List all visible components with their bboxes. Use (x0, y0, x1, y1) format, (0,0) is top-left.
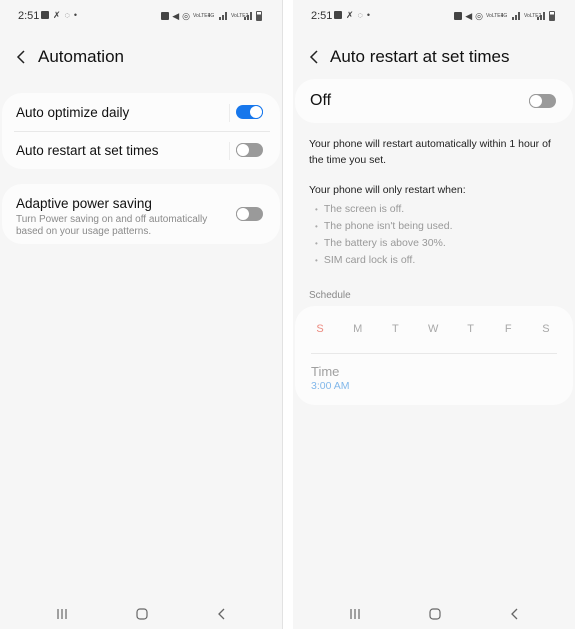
condition-item: The phone isn't being used. (315, 218, 453, 235)
separator (229, 142, 230, 160)
signal-icon (219, 12, 228, 20)
signal-icon (512, 12, 521, 20)
battery-icon (256, 11, 262, 21)
4g-icon: 4G (207, 12, 215, 19)
recents-icon[interactable] (55, 608, 69, 620)
master-switch-label: Off (310, 92, 332, 109)
app-bar: Auto restart at set times (293, 44, 575, 70)
back-icon[interactable] (508, 608, 522, 620)
day-wednesday[interactable]: W (428, 323, 438, 335)
signal-icon (537, 12, 546, 20)
master-switch-toggle[interactable] (529, 94, 556, 108)
adaptive-power-saving-label: Adaptive power saving (16, 196, 152, 211)
back-button[interactable] (14, 50, 28, 64)
day-sunday[interactable]: S (315, 323, 325, 335)
alarm-icon (161, 12, 170, 20)
time-label: Time (311, 364, 340, 379)
hotspot-icon: ◎ (182, 11, 190, 21)
chevron-left-icon (309, 50, 318, 64)
battery-icon (549, 11, 555, 21)
condition-item: The battery is above 30%. (315, 235, 453, 252)
alarm-icon (454, 12, 463, 20)
back-icon[interactable] (215, 608, 229, 620)
auto-optimize-daily-row[interactable]: Auto optimize daily (2, 93, 280, 131)
schedule-header: Schedule (309, 290, 351, 301)
navigation-bar (293, 599, 575, 629)
whatsapp-icon: ◌ (357, 10, 363, 20)
hotspot-icon: ◎ (475, 11, 483, 21)
day-tuesday[interactable]: T (390, 323, 400, 335)
mute-icon: ◀ (172, 11, 180, 21)
volte-lte1-icon: VoLTE1 (193, 12, 211, 19)
condition-item: SIM card lock is off. (315, 252, 453, 269)
chevron-left-icon (16, 50, 25, 64)
volte-lte1-icon: VoLTE1 (486, 12, 504, 19)
dot-icon: • (73, 10, 78, 20)
4g-icon: 4G (500, 12, 508, 19)
restart-conditions-heading: Your phone will only restart when: (309, 184, 466, 196)
adaptive-power-saving-toggle[interactable] (236, 207, 263, 221)
auto-restart-label: Auto restart at set times (16, 142, 159, 158)
back-button[interactable] (307, 50, 321, 64)
auto-optimize-daily-toggle[interactable] (236, 105, 263, 119)
recents-icon[interactable] (348, 608, 362, 620)
gallery-icon (334, 11, 342, 19)
auto-restart-toggle[interactable] (236, 143, 263, 157)
restart-description: Your phone will restart automatically wi… (309, 138, 551, 166)
schedule-card: S M T W T F S Time 3:00 AM (295, 306, 573, 405)
day-friday[interactable]: F (503, 323, 513, 335)
status-bar: 2:51 ✗ ◌ • ◀ ◎ VoLTE1 4G VoLTE2 (293, 9, 575, 25)
master-switch-card[interactable]: Off (295, 79, 573, 123)
app-bar: Automation (0, 44, 282, 70)
time-setting-row[interactable]: Time 3:00 AM (295, 352, 573, 392)
page-title: Automation (38, 47, 124, 66)
restart-conditions-list: The screen is off. The phone isn't being… (315, 201, 453, 269)
automation-screen: 2:51 ✗ ◌ • ◀ ◎ VoLTE1 4G VoLTE2 Automati… (0, 0, 283, 629)
home-icon[interactable] (428, 608, 442, 620)
automation-options-card: Auto optimize daily Auto restart at set … (2, 93, 280, 169)
day-saturday[interactable]: S (541, 323, 551, 335)
home-icon[interactable] (135, 608, 149, 620)
adaptive-power-saving-card[interactable]: Adaptive power saving Turn Power saving … (2, 184, 280, 244)
separator (229, 104, 230, 122)
divider (311, 353, 557, 354)
time-value: 3:00 AM (311, 380, 350, 392)
adaptive-power-saving-description: Turn Power saving on and off automatical… (16, 214, 208, 237)
mute-icon: ◀ (465, 11, 473, 21)
auto-restart-screen: 2:51 ✗ ◌ • ◀ ◎ VoLTE1 4G VoLTE2 Auto res… (293, 0, 575, 629)
dot-icon: • (366, 10, 371, 20)
status-time: 2:51 (18, 10, 40, 22)
whatsapp-icon: ◌ (64, 10, 70, 20)
gallery-icon (41, 11, 49, 19)
status-time: 2:51 (311, 10, 333, 22)
navigation-bar (0, 599, 282, 629)
volte-lte2-icon: VoLTE2 (524, 12, 542, 19)
condition-item: The screen is off. (315, 201, 453, 218)
missed-call-icon: ✗ (53, 10, 61, 20)
auto-restart-row[interactable]: Auto restart at set times (2, 131, 280, 169)
status-bar: 2:51 ✗ ◌ • ◀ ◎ VoLTE1 4G VoLTE2 (0, 9, 282, 25)
volte-lte2-icon: VoLTE2 (231, 12, 249, 19)
day-selector: S M T W T F S (295, 306, 573, 352)
day-monday[interactable]: M (353, 323, 363, 335)
page-title: Auto restart at set times (330, 47, 510, 66)
day-thursday[interactable]: T (466, 323, 476, 335)
signal-icon (244, 12, 253, 20)
auto-optimize-daily-label: Auto optimize daily (16, 104, 130, 120)
missed-call-icon: ✗ (346, 10, 354, 20)
